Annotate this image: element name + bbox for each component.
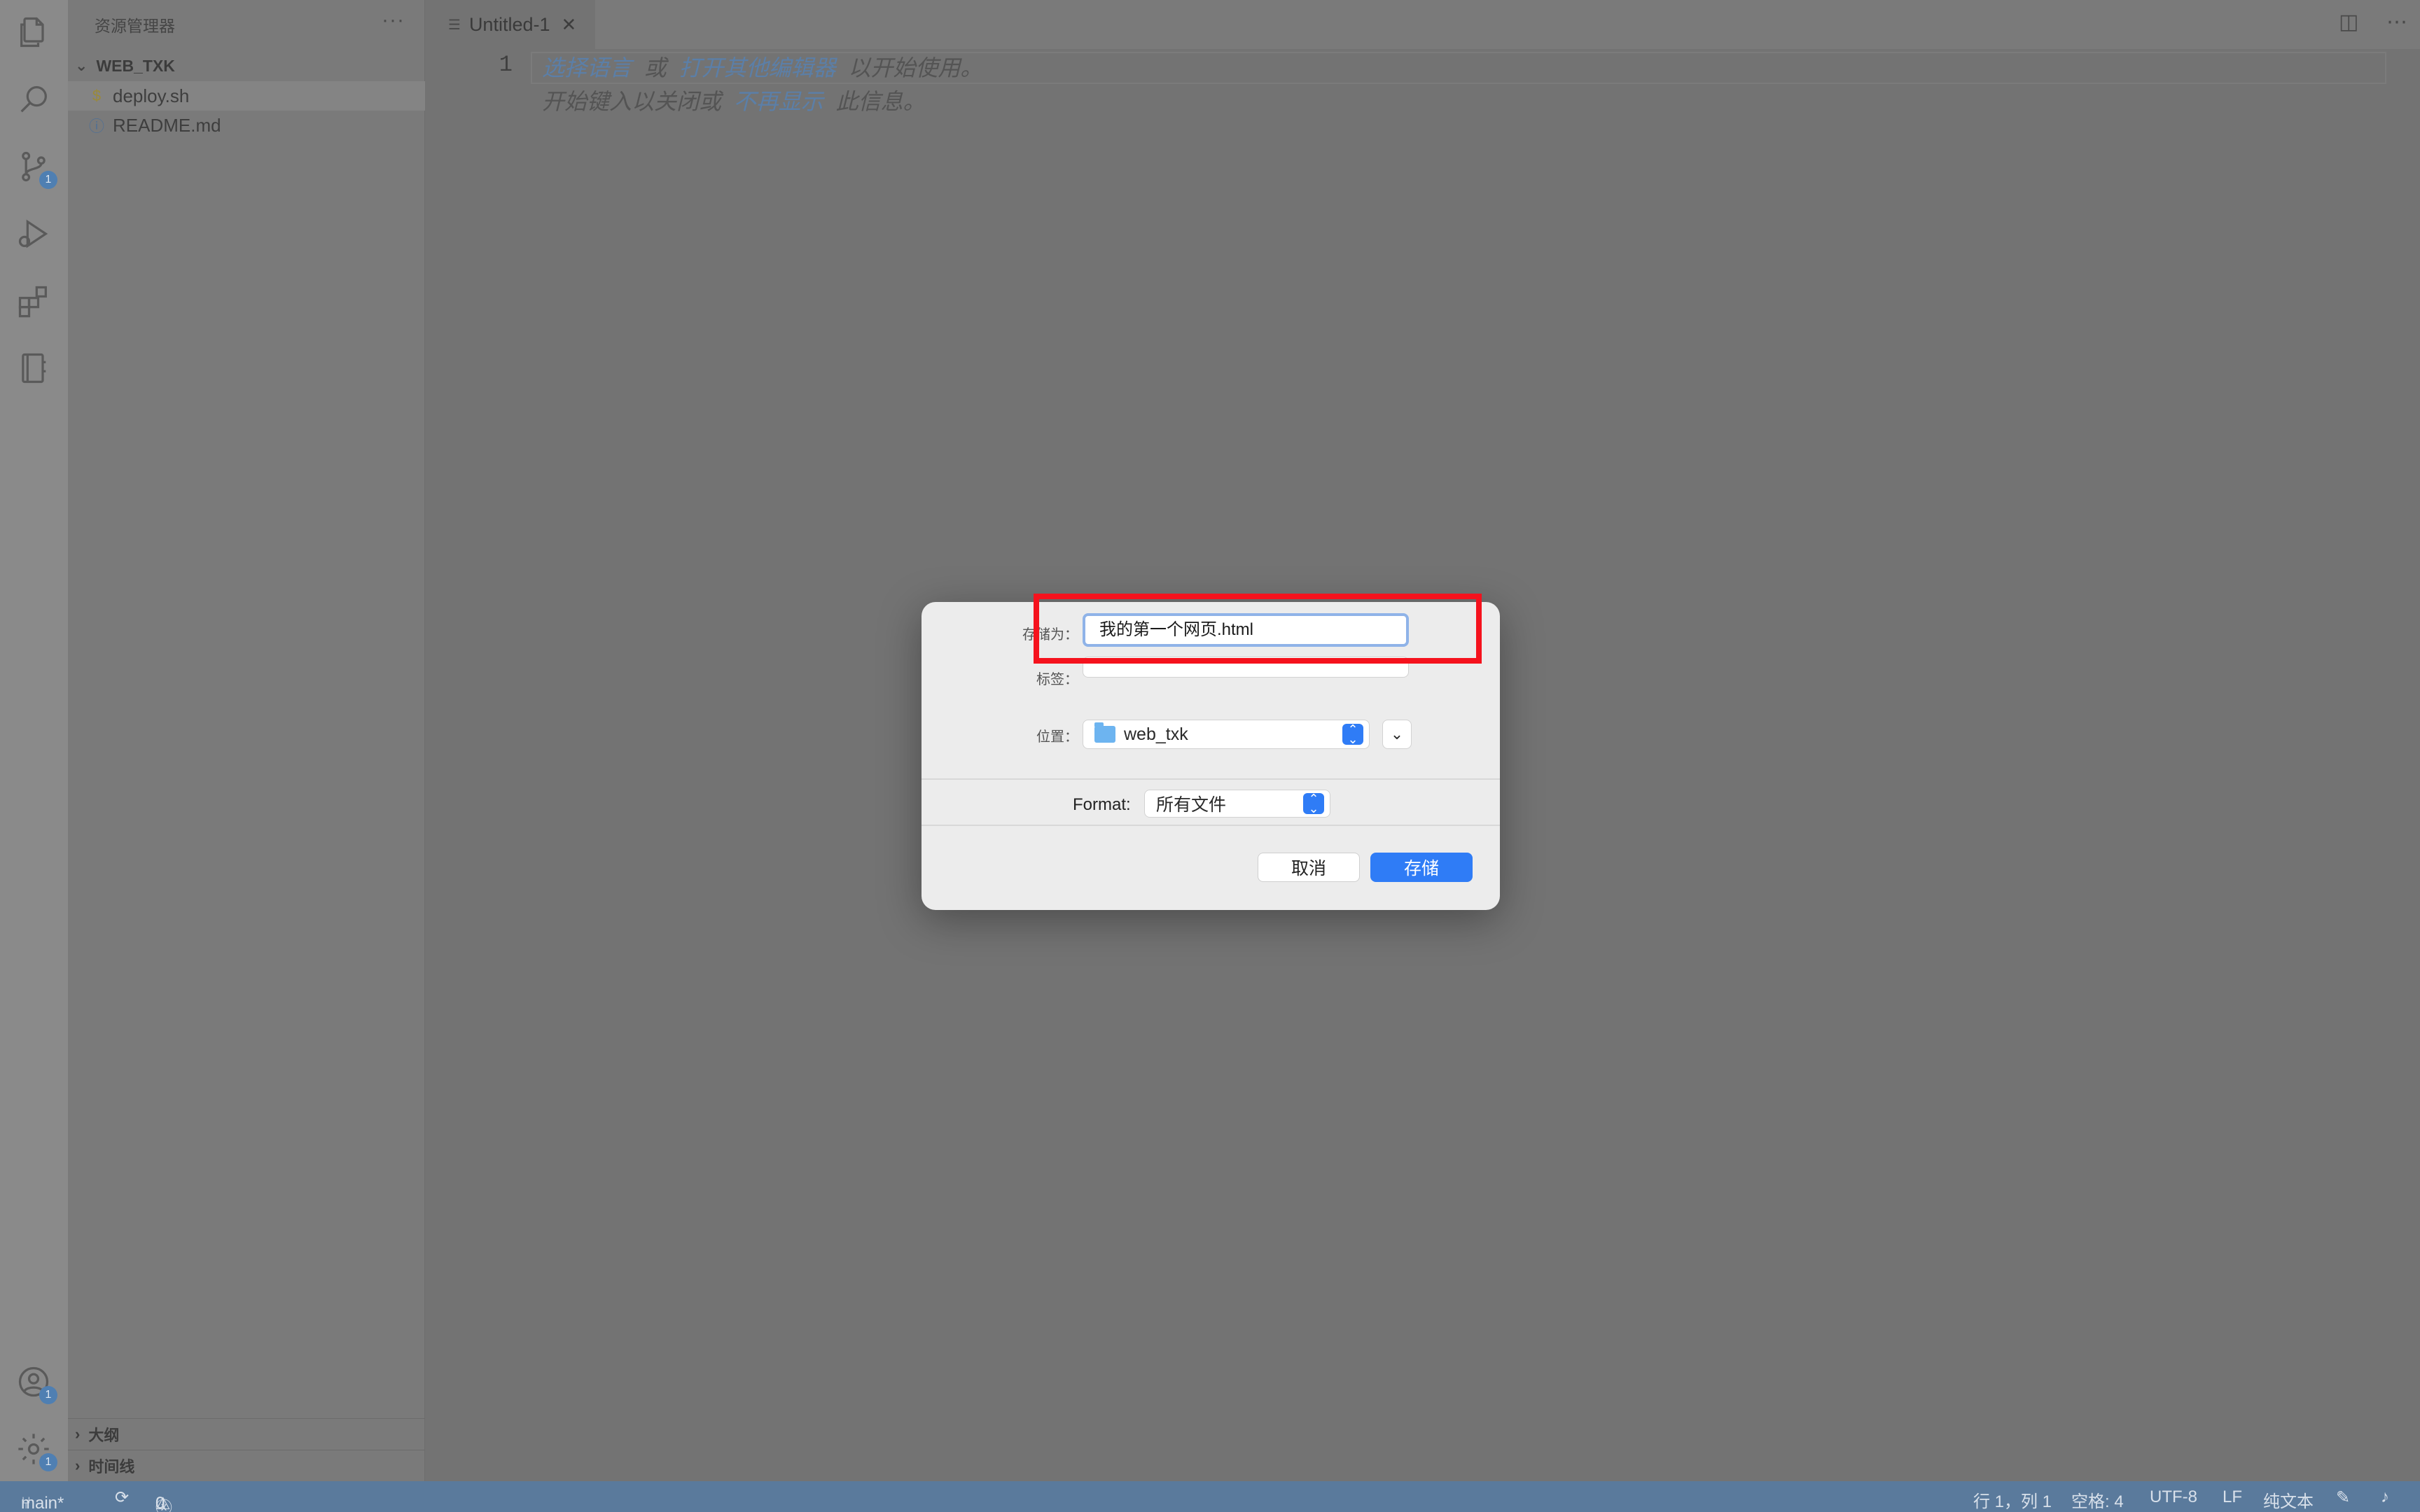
file-name: deploy.sh — [113, 85, 190, 106]
split-editor-icon[interactable]: ◫ — [2339, 10, 2358, 34]
section-label: 大纲 — [88, 1426, 120, 1444]
close-icon[interactable]: ✕ — [562, 14, 577, 36]
cancel-button[interactable]: 取消 — [1258, 853, 1360, 882]
format-popup[interactable]: 所有文件 ⌃ ⌄ — [1144, 790, 1330, 818]
warning-count: 0 — [155, 1494, 165, 1512]
manage-badge: 1 — [39, 1453, 57, 1471]
notifications-bell-icon[interactable]: ♪ — [2381, 1488, 2389, 1507]
shell-file-icon: $ — [92, 87, 102, 104]
feedback-icon[interactable]: ✎ — [2336, 1488, 2350, 1508]
format-label: Format: — [1073, 795, 1131, 814]
sidebar-more-actions-icon[interactable]: ··· — [382, 8, 405, 32]
sidebar-title: 资源管理器 — [95, 17, 175, 35]
line-number: 1 — [499, 52, 513, 78]
tags-label: 标签： — [1036, 672, 1078, 687]
file-item-deploy[interactable]: $ deploy.sh — [68, 81, 425, 111]
location-value: web_txk — [1124, 724, 1188, 744]
search-icon[interactable] — [13, 78, 55, 120]
location-popup[interactable]: web_txk ⌃ ⌄ — [1083, 720, 1370, 749]
accounts-badge: 1 — [39, 1386, 57, 1404]
file-item-readme[interactable]: ⓘ README.md — [68, 111, 425, 140]
cursor-position[interactable]: 行 1，列 1 — [1973, 1488, 2052, 1512]
workspace-folder[interactable]: ⌄ WEB_TXK — [68, 52, 425, 80]
accounts-icon[interactable]: 1 — [13, 1361, 57, 1404]
activity-bar: 1 1 1 — [0, 0, 68, 1481]
text-file-icon: ☰ — [448, 17, 461, 33]
folder-icon — [1094, 722, 1115, 743]
explorer-icon[interactable] — [13, 11, 55, 53]
more-actions-icon[interactable]: ⋯ — [2386, 10, 2407, 34]
encoding[interactable]: UTF-8 — [2150, 1488, 2197, 1507]
chevron-right-icon: › — [75, 1424, 81, 1443]
format-value: 所有文件 — [1156, 795, 1227, 815]
timeline-section[interactable]: › 时间线 — [68, 1450, 425, 1480]
location-label: 位置： — [1036, 729, 1078, 745]
chevron-down-icon: ⌄ — [1390, 725, 1404, 743]
highlight-annotation-box — [1034, 594, 1482, 664]
sync-icon[interactable]: ⟳ — [115, 1488, 129, 1508]
file-name: README.md — [113, 114, 221, 136]
indentation[interactable]: 空格: 4 — [2071, 1488, 2124, 1512]
source-control-badge: 1 — [39, 171, 57, 189]
section-label: 时间线 — [88, 1457, 135, 1476]
open-other-editor-link[interactable]: 打开其他编辑器 — [679, 55, 836, 80]
dont-show-again-link[interactable]: 不再显示 — [734, 89, 823, 114]
remote-explorer-icon[interactable] — [13, 347, 55, 389]
stepper-arrows-icon: ⌃ ⌄ — [1303, 792, 1324, 815]
editor-hint-line-1: 选择语言 或 打开其他编辑器 以开始使用。 — [542, 50, 982, 83]
extensions-icon[interactable] — [13, 280, 55, 322]
save-button[interactable]: 存储 — [1370, 853, 1473, 882]
tab-untitled[interactable]: ☰ Untitled-1 ✕ — [426, 0, 595, 49]
divider — [922, 778, 1500, 780]
select-language-link[interactable]: 选择语言 — [542, 55, 632, 80]
stepper-arrows-icon: ⌃ ⌄ — [1342, 723, 1363, 746]
chevron-down-icon: ⌄ — [75, 57, 88, 74]
end-of-line[interactable]: LF — [2223, 1488, 2242, 1507]
outline-section[interactable]: › 大纲 — [68, 1418, 425, 1449]
expand-dialog-button[interactable]: ⌄ — [1382, 720, 1412, 749]
manage-gear-icon[interactable]: 1 — [13, 1428, 57, 1471]
hint-text: 此信息。 — [835, 89, 926, 114]
chevron-right-icon: › — [75, 1456, 81, 1474]
language-mode[interactable]: 纯文本 — [2263, 1488, 2314, 1512]
run-debug-icon[interactable] — [13, 213, 55, 255]
hint-text: 开始键入以关闭或 — [542, 89, 722, 114]
explorer-sidebar: 资源管理器 ··· ⌄ WEB_TXK $ deploy.sh ⓘ README… — [68, 0, 425, 1481]
divider — [922, 825, 1500, 826]
tab-label: Untitled-1 — [468, 13, 550, 35]
status-bar: ⑂ main* ⟳ ⓧ 0 ⚠ 0 行 1，列 1 空格: 4 UTF-8 LF… — [0, 1481, 2420, 1512]
source-control-icon[interactable]: 1 — [13, 146, 57, 189]
info-file-icon: ⓘ — [89, 118, 105, 135]
hint-text: 或 — [644, 55, 667, 80]
editor-hint-line-2: 开始键入以关闭或 不再显示 此信息。 — [542, 84, 926, 116]
branch-name: main* — [21, 1494, 64, 1512]
tab-bar: ☰ Untitled-1 ✕ ◫ ⋯ — [426, 0, 2420, 49]
folder-name: WEB_TXK — [96, 56, 175, 75]
hint-text: 以开始使用。 — [848, 55, 983, 80]
